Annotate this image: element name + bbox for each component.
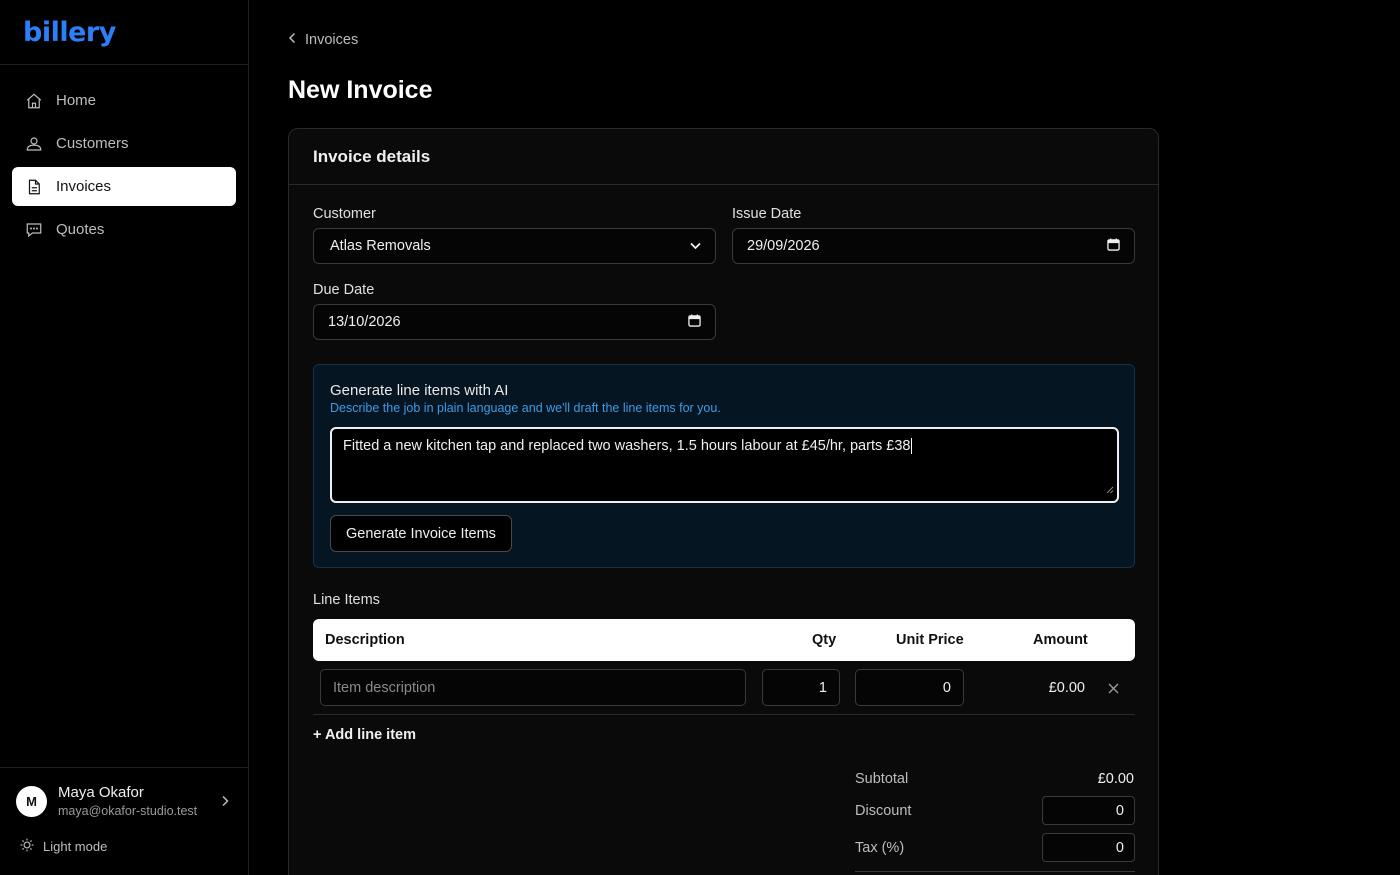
ai-generator-subtitle: Describe the job in plain language and w… [330,401,721,415]
due-date-value: 13/10/2026 [328,314,401,330]
due-date-label: Due Date [313,282,375,298]
theme-toggle[interactable]: Light mode [0,826,248,875]
chevron-right-icon [220,794,230,812]
item-qty-input[interactable]: 1 [762,669,840,706]
ai-prompt-textarea[interactable]: Fitted a new kitchen tap and replaced tw… [330,427,1119,503]
breadcrumb-label: Invoices [305,32,359,48]
breadcrumb[interactable]: Invoices [288,32,358,48]
column-header-qty: Qty [812,632,837,648]
subtotal-label: Subtotal [855,771,909,787]
app-root: billery Home Customers Invoices Quotes M… [0,0,1400,875]
user-email: maya@okafor-studio.test [58,804,198,818]
issue-date-label: Issue Date [732,206,802,222]
line-items-label: Line Items [313,592,380,608]
resize-handle-icon[interactable] [1106,482,1114,498]
sun-icon [20,838,34,855]
subtotal-value: £0.00 [1097,771,1134,787]
column-header-unit-price: Unit Price [896,632,964,648]
calendar-icon[interactable] [1107,237,1120,255]
sidebar-item-label: Customers [56,135,129,152]
brand-logo[interactable]: billery [23,17,116,48]
user-area: M Maya Okafor maya@okafor-studio.test Li… [0,767,248,875]
brand-area: billery [0,0,248,65]
sidebar-item-customers[interactable]: Customers [12,124,236,163]
column-header-description: Description [325,632,405,648]
avatar: M [16,785,47,817]
page-title: New Invoice [288,76,433,104]
customer-select-value: Atlas Removals [330,238,431,254]
customer-select[interactable]: Atlas Removals [313,228,716,264]
user-name: Maya Okafor [58,784,144,801]
text-caret [911,438,913,455]
sidebar-item-label: Home [56,92,97,109]
tax-input[interactable]: 0 [1042,833,1135,862]
issue-date-value: 29/09/2026 [747,238,820,254]
user-menu[interactable]: M Maya Okafor maya@okafor-studio.test [0,768,248,826]
item-amount: £0.00 [1048,680,1085,696]
invoice-details-card: Invoice details Customer Atlas Removals … [288,128,1159,875]
calendar-icon[interactable] [688,313,701,331]
table-row: Item description 1 0 £0.00 [313,661,1135,715]
sidebar: billery Home Customers Invoices Quotes M… [0,0,249,875]
tax-label: Tax (%) [855,840,905,856]
discount-input[interactable]: 0 [1042,796,1135,825]
sidebar-nav: Home Customers Invoices Quotes [0,65,248,265]
main-content: Invoices New Invoice Invoice details Cus… [249,0,1400,875]
issue-date-field[interactable]: 29/09/2026 [732,228,1135,264]
item-description-input[interactable]: Item description [320,669,746,706]
sidebar-item-home[interactable]: Home [12,81,236,120]
add-line-item-button[interactable]: + Add line item [313,727,416,743]
card-title: Invoice details [289,129,1158,185]
ai-generator-panel: Generate line items with AI Describe the… [313,364,1135,568]
sidebar-item-quotes[interactable]: Quotes [12,210,236,249]
generate-items-button[interactable]: Generate Invoice Items [330,515,512,552]
users-icon [24,134,44,154]
sidebar-item-label: Quotes [56,221,105,238]
totals-divider [855,871,1135,872]
home-icon [24,91,44,111]
chevron-down-icon [690,238,701,254]
chat-icon [24,220,44,240]
item-unit-price-input[interactable]: 0 [855,669,964,706]
document-icon [24,177,44,197]
ai-generator-title: Generate line items with AI [330,382,509,399]
line-items-header: Description Qty Unit Price Amount [313,619,1135,661]
customer-label: Customer [313,206,376,222]
sidebar-item-label: Invoices [56,178,112,195]
due-date-field[interactable]: 13/10/2026 [313,304,716,340]
chevron-left-icon [288,32,297,48]
sidebar-item-invoices[interactable]: Invoices [12,167,236,206]
column-header-amount: Amount [1033,632,1088,648]
close-icon[interactable] [1108,681,1119,699]
discount-label: Discount [855,803,912,819]
ai-prompt-text: Fitted a new kitchen tap and replaced tw… [343,438,911,454]
theme-toggle-label: Light mode [43,839,108,854]
